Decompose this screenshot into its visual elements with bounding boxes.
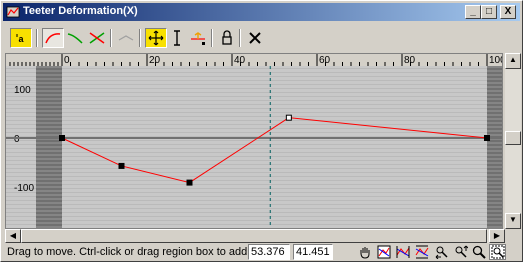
control-point-3[interactable] <box>285 114 292 121</box>
curve-graph[interactable]: 0 20 40 60 80 100 100 0 -100 <box>5 53 503 229</box>
make-symmetrical-icon[interactable] <box>115 28 137 48</box>
status-hint: Drag to move. Ctrl-click or drag region … <box>7 246 277 258</box>
lock-selection-icon[interactable]: a <box>10 28 32 48</box>
toolbar: a <box>3 23 520 53</box>
y-value-field[interactable]: 41.451 <box>293 244 333 260</box>
control-point-4[interactable] <box>484 135 490 141</box>
ruler-label: 40 <box>234 55 246 66</box>
maximize-button[interactable]: □ <box>481 5 497 19</box>
curve-y-icon[interactable] <box>64 28 86 48</box>
window-title: Teeter Deformation(X) <box>23 5 138 17</box>
reset-curve-icon[interactable] <box>216 28 238 48</box>
ruler-label: 100 <box>489 55 502 66</box>
zoom-horizontal-icon[interactable] <box>433 244 450 260</box>
status-bar: Drag to move. Ctrl-click or drag region … <box>3 244 520 261</box>
vertical-scroll-thumb[interactable] <box>505 131 521 145</box>
zoom-horizontal-extents-icon[interactable] <box>394 244 411 260</box>
scroll-right-icon[interactable]: ▶ <box>489 229 505 243</box>
delete-control-point-icon[interactable] <box>244 28 266 48</box>
zoom-value-extents-icon[interactable] <box>413 244 430 260</box>
pan-icon[interactable] <box>356 244 373 260</box>
title-bar[interactable]: Teeter Deformation(X) _ □ X <box>3 3 520 21</box>
zoom-icon[interactable] <box>470 244 487 260</box>
zoom-extents-icon[interactable] <box>375 244 392 260</box>
ruler-label: 20 <box>149 55 161 66</box>
scroll-left-icon[interactable]: ◀ <box>5 229 21 243</box>
y-axis-label: 100 <box>14 85 31 96</box>
y-axis-label: 0 <box>14 134 20 145</box>
horizontal-scrollbar[interactable]: ◀ ▶ <box>5 229 505 243</box>
move-control-point-icon[interactable] <box>145 28 167 48</box>
app-icon <box>6 6 20 18</box>
zoom-vertical-icon[interactable] <box>452 244 469 260</box>
scroll-up-icon[interactable]: ▲ <box>505 53 521 69</box>
curve-x-icon[interactable] <box>42 28 64 48</box>
ruler-label: 60 <box>319 55 331 66</box>
scroll-down-icon[interactable]: ▼ <box>505 213 521 229</box>
control-point-1[interactable] <box>118 162 125 169</box>
range-start-strip <box>36 66 62 228</box>
close-button[interactable]: X <box>500 5 516 19</box>
control-point-2[interactable] <box>186 179 193 186</box>
y-axis-label: -100 <box>14 183 34 194</box>
x-value-field[interactable]: 53.376 <box>248 244 290 260</box>
curve-both-icon[interactable] <box>86 28 108 48</box>
curve-graph-canvas[interactable]: 0 20 40 60 80 100 100 0 -100 <box>6 54 502 228</box>
range-end-strip <box>487 66 502 228</box>
minimize-button[interactable]: _ <box>465 5 481 19</box>
control-point-0[interactable] <box>59 135 65 141</box>
insert-corner-point-icon[interactable] <box>187 28 209 48</box>
horizontal-scroll-thumb[interactable] <box>21 229 487 243</box>
ruler-label: 80 <box>404 55 416 66</box>
teeter-deformation-window: Teeter Deformation(X) _ □ X a 0 20 40 60… <box>0 0 523 262</box>
zoom-region-icon[interactable] <box>489 244 506 260</box>
vertical-scrollbar[interactable]: ▲ ▼ <box>505 53 521 229</box>
ruler-label: 0 <box>64 55 70 66</box>
scale-control-point-icon[interactable] <box>166 28 188 48</box>
